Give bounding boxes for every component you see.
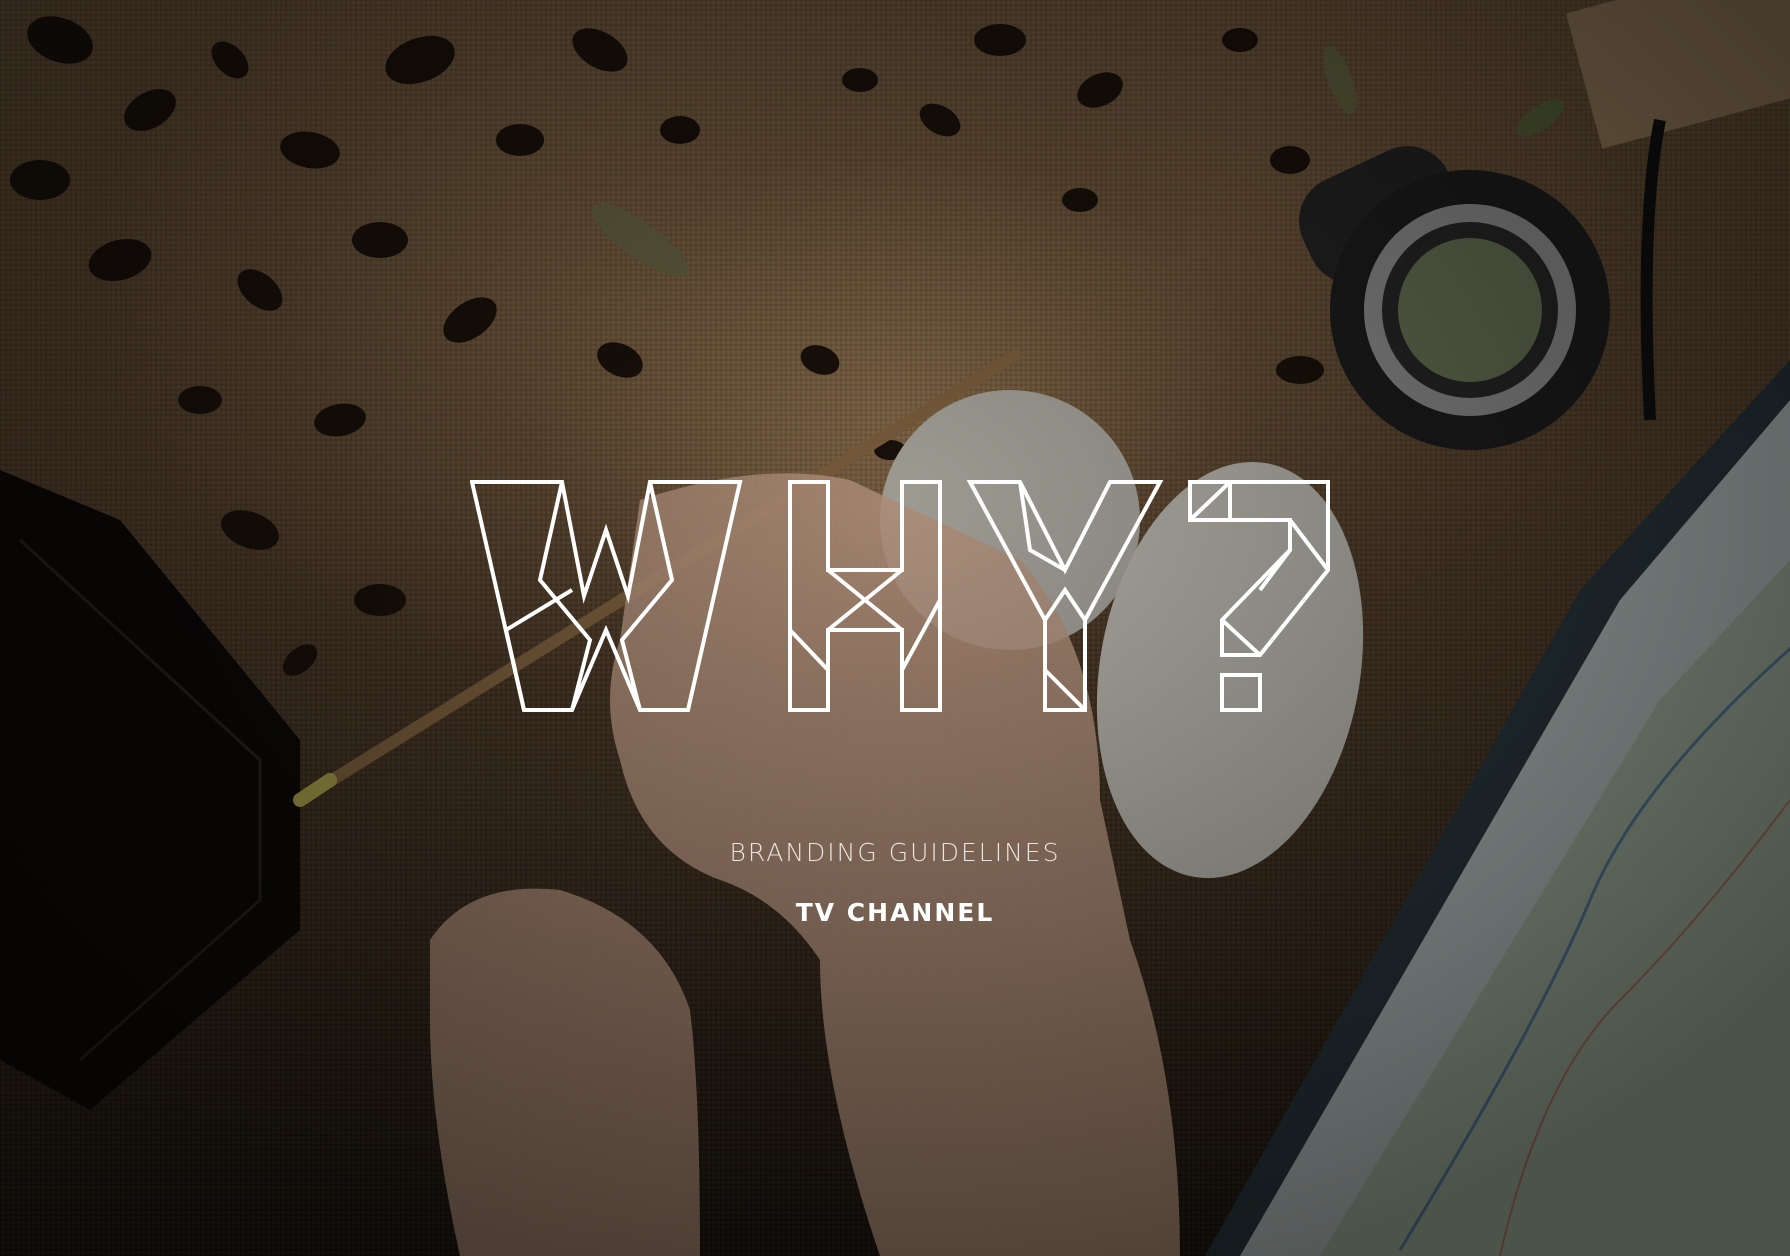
why-logo: WHY? bbox=[469, 477, 1330, 712]
logo-letter-question bbox=[1188, 477, 1330, 712]
logo-letter-y bbox=[966, 480, 1164, 712]
tv-channel-label: TV CHANNEL bbox=[795, 898, 995, 927]
logo-letter-h bbox=[788, 480, 942, 712]
brand-cover: WHY? bbox=[0, 0, 1790, 1256]
logo-letter-w bbox=[469, 480, 743, 712]
logo-lettering bbox=[469, 477, 1330, 712]
branding-guidelines-subtitle: BRANDING GUIDELINES bbox=[729, 838, 1061, 867]
